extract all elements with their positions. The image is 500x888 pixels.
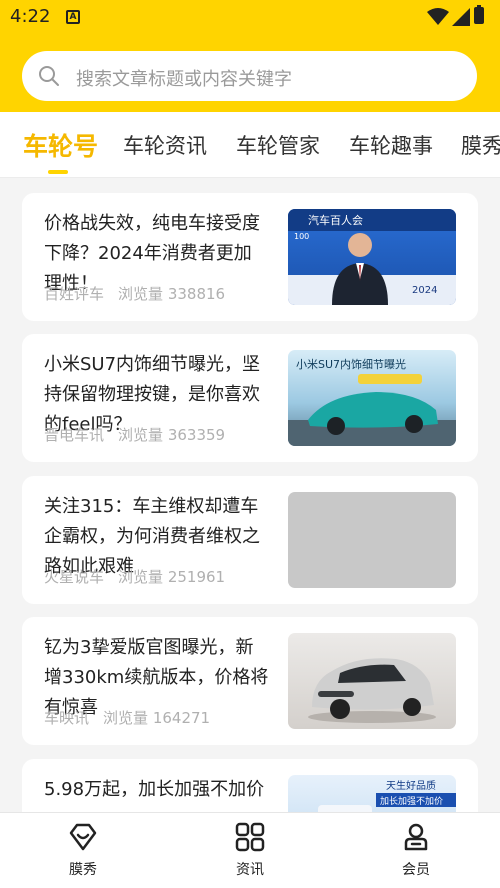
article-card[interactable]: 小米SU7内饰细节曝光，坚持保留物理按键，是你喜欢的feel吗？ 晋电车讯 浏览量… (22, 334, 478, 462)
views-label: 浏览量 (118, 568, 164, 586)
views-count: 363359 (167, 426, 226, 444)
sim-card-icon: A (66, 10, 80, 24)
thumb-text: 天生好品质 (386, 779, 436, 792)
category-tabs: 车轮号 车轮资讯 车轮管家 车轮趣事 膜秀 (0, 112, 500, 178)
thumb-text: 小米SU7内饰细节曝光 (296, 357, 406, 371)
thumb-text: 100 (294, 232, 309, 241)
views-count: 251961 (167, 568, 226, 586)
signal-icon (452, 8, 470, 26)
article-card[interactable]: 关注315：车主维权却遭车企霸权，为何消费者维权之路如此艰难 火星说车 浏览量 2… (22, 476, 478, 604)
status-time: 4:22 (10, 6, 51, 27)
article-thumbnail: 小米SU7内饰细节曝光 (288, 350, 456, 446)
bottom-navigation: 膜秀 资讯 会员 (0, 812, 500, 888)
views-count: 164271 (152, 709, 211, 727)
article-source: 百姓评车 (44, 285, 105, 303)
article-source: 晋电车讯 (44, 426, 105, 444)
status-bar: 4:22 A (0, 0, 500, 34)
article-meta: 百姓评车 浏览量 338816 (44, 283, 225, 304)
views-count: 338816 (167, 285, 226, 303)
article-source: 车映讯 (44, 709, 90, 727)
tab-chelun-news[interactable]: 车轮资讯 (123, 130, 207, 160)
article-thumbnail (288, 633, 456, 729)
battery-icon (474, 5, 484, 24)
views-label: 浏览量 (118, 426, 164, 444)
search-bar[interactable]: 搜索文章标题或内容关键字 (22, 51, 477, 101)
diamond-heart-icon (69, 823, 97, 851)
tab-chelun-steward[interactable]: 车轮管家 (236, 130, 320, 160)
thumb-text: 加长加强不加价 (380, 795, 443, 807)
article-thumbnail: 天生好品质 加长加强不加价 (288, 775, 456, 812)
views-label: 浏览量 (118, 285, 164, 303)
article-meta: 晋电车讯 浏览量 363359 (44, 424, 225, 445)
search-icon (39, 66, 59, 86)
views-label: 浏览量 (103, 709, 149, 727)
header-bar: 4:22 A 搜索文章标题或内容关键字 (0, 0, 500, 112)
nav-member[interactable]: 会员 (371, 821, 461, 879)
tab-moxiu[interactable]: 膜秀 (461, 130, 500, 160)
nav-news[interactable]: 资讯 (205, 821, 295, 879)
article-meta: 车映讯 浏览量 164271 (44, 707, 210, 728)
article-title: 5.98万起，加长加强不加价 (44, 779, 265, 800)
article-feed: 价格战失效，纯电车接受度下降？2024年消费者更加理性！ 百姓评车 浏览量 338… (0, 179, 500, 812)
article-card[interactable]: 钇为3挚爱版官图曝光，新增330km续航版本，价格将有惊喜 车映讯 浏览量 164… (22, 617, 478, 745)
nav-label: 会员 (402, 862, 430, 878)
article-meta: 火星说车 浏览量 251961 (44, 566, 225, 587)
tab-chelunhao[interactable]: 车轮号 (23, 127, 98, 163)
nav-moxiu[interactable]: 膜秀 (38, 821, 128, 879)
wifi-icon (427, 8, 449, 25)
nav-label: 膜秀 (69, 862, 97, 878)
article-thumbnail: 汽车百人会 100 2024 (288, 209, 456, 305)
member-icon (404, 823, 428, 851)
thumb-text: 汽车百人会 (308, 213, 363, 227)
article-card[interactable]: 价格战失效，纯电车接受度下降？2024年消费者更加理性！ 百姓评车 浏览量 338… (22, 193, 478, 321)
article-source: 火星说车 (44, 568, 105, 586)
article-thumbnail-placeholder (288, 492, 456, 588)
grid-icon (235, 822, 265, 852)
tab-chelun-fun[interactable]: 车轮趣事 (349, 130, 433, 160)
active-tab-indicator (48, 170, 68, 174)
search-input[interactable]: 搜索文章标题或内容关键字 (76, 65, 292, 91)
nav-label: 资讯 (236, 862, 264, 878)
article-card[interactable]: 5.98万起，加长加强不加价 天生好品质 加长加强不加价 (22, 759, 478, 812)
thumb-text: 2024 (412, 285, 437, 296)
